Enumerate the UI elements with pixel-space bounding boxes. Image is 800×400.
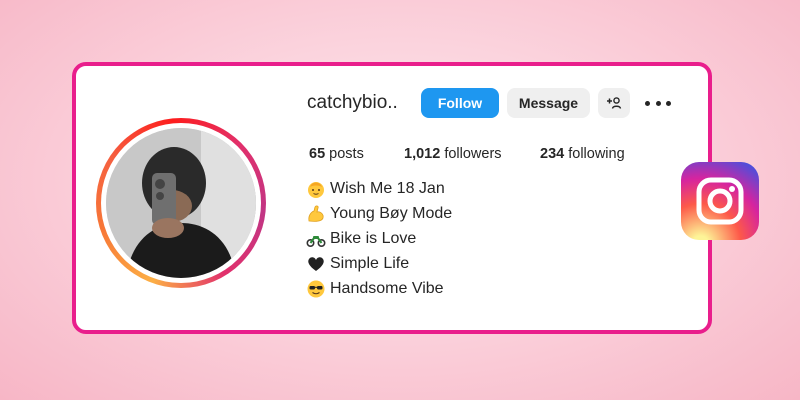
bio-line: Handsome Vibe	[306, 276, 452, 301]
flexed-biceps-icon	[308, 205, 324, 222]
bio-line: Bike is Love	[306, 226, 452, 251]
suggest-user-button[interactable]	[598, 88, 630, 118]
more-options-icon[interactable]	[645, 92, 671, 114]
following-count[interactable]: 234 following	[540, 146, 625, 162]
sunglasses-face-icon	[307, 280, 325, 297]
message-button[interactable]: Message	[507, 88, 590, 118]
baby-face-icon	[308, 181, 324, 198]
bio-line: Young Bøy Mode	[306, 201, 452, 226]
instagram-logo-icon	[681, 162, 759, 240]
black-heart-icon	[308, 256, 324, 271]
profile-photo	[106, 128, 256, 278]
story-ring[interactable]	[96, 118, 266, 288]
username: catchybio..	[307, 92, 398, 113]
profile-avatar[interactable]	[106, 128, 256, 278]
bio-line: Wish Me 18 Jan	[306, 176, 452, 201]
bio-line: Simple Life	[306, 251, 452, 276]
motorbike-icon	[306, 235, 326, 247]
posts-count[interactable]: 65 posts	[309, 146, 364, 162]
follow-button[interactable]: Follow	[421, 88, 499, 118]
add-user-icon	[607, 97, 622, 109]
bio: Wish Me 18 Jan Young Bøy Mode Bike is Lo…	[306, 176, 452, 301]
followers-count[interactable]: 1,012 followers	[404, 146, 502, 162]
